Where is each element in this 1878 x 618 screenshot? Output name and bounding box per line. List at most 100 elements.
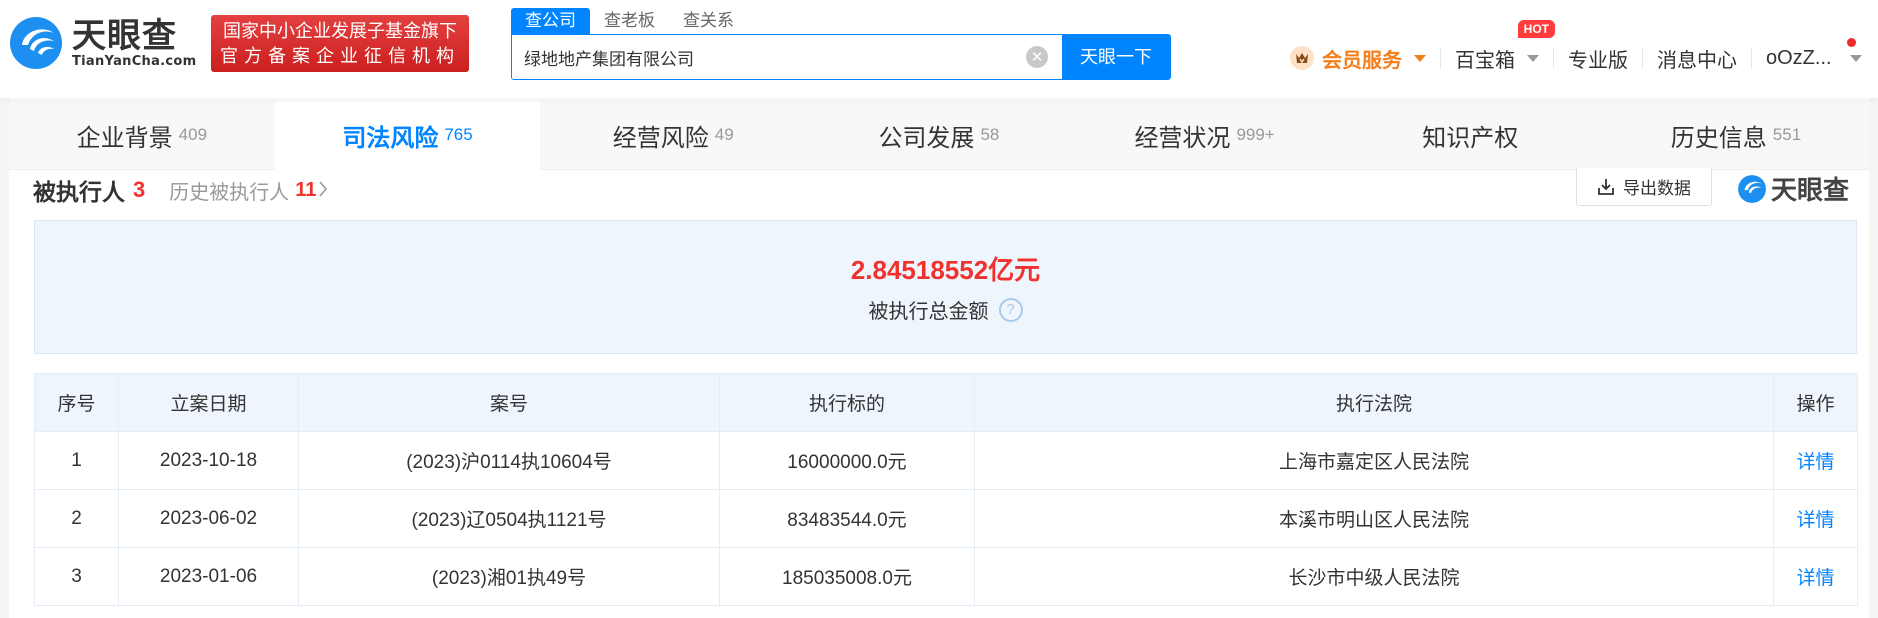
crown-icon xyxy=(1290,46,1314,70)
badge-line-1: 国家中小企业发展子基金旗下 xyxy=(223,20,457,42)
tab-history-info[interactable]: 历史信息 551 xyxy=(1603,100,1869,170)
cell-case-number: (2023)沪0114执10604号 xyxy=(298,431,720,490)
tab-company-development[interactable]: 公司发展 58 xyxy=(806,100,1072,170)
caret-down-icon xyxy=(1849,54,1862,62)
cell-index: 1 xyxy=(34,431,119,490)
export-label: 导出数据 xyxy=(1623,179,1691,199)
cell-court: 本溪市明山区人民法院 xyxy=(974,489,1774,548)
cell-amount: 185035008.0元 xyxy=(719,547,975,606)
tab-count: 551 xyxy=(1772,125,1802,144)
search-box: ✕ 天眼一下 xyxy=(511,34,1171,80)
logo-mark-icon xyxy=(1738,174,1766,203)
executed-person-table: 序号 立案日期 案号 执行标的 执行法院 操作 1 2023-10-18 (20… xyxy=(34,373,1858,606)
clear-icon[interactable]: ✕ xyxy=(1026,46,1048,68)
search-tab-relation[interactable]: 查关系 xyxy=(669,8,748,34)
messages-label: 消息中心 xyxy=(1657,47,1737,72)
tab-label: 企业背景 xyxy=(76,123,173,152)
export-data-button[interactable]: 导出数据 xyxy=(1576,168,1712,206)
cell-date: 2023-06-02 xyxy=(118,489,299,548)
tab-label: 司法风险 xyxy=(342,123,439,152)
hot-badge: HOT xyxy=(1517,20,1555,38)
search-input[interactable] xyxy=(512,35,1026,79)
tab-judicial-risk[interactable]: 司法风险 765 xyxy=(274,100,541,170)
tab-label: 经营状况 xyxy=(1134,123,1231,152)
notification-dot xyxy=(1846,38,1856,47)
cell-date: 2023-01-06 xyxy=(118,547,299,606)
total-amount-summary: 2.84518552亿元 被执行总金额 ? xyxy=(34,220,1857,354)
cell-amount: 83483544.0元 xyxy=(719,489,975,548)
detail-link[interactable]: 详情 xyxy=(1796,568,1834,589)
header-action: 操作 xyxy=(1773,373,1858,432)
pro-label: 专业版 xyxy=(1568,47,1628,72)
header-filing-date: 立案日期 xyxy=(118,373,299,432)
table-row: 3 2023-01-06 (2023)湘01执49号 185035008.0元 … xyxy=(34,547,1858,606)
caret-down-icon xyxy=(1527,54,1539,62)
tab-label: 知识产权 xyxy=(1422,123,1519,152)
top-header: 天眼查 TianYanCha.com 国家中小企业发展子基金旗下 官方备案企业征… xyxy=(0,0,1878,98)
caret-down-icon xyxy=(1414,54,1426,62)
tab-label: 公司发展 xyxy=(878,123,975,152)
main-content: 企业背景 409 司法风险 765 经营风险 49 公司发展 58 经营状况 999+ 知… xyxy=(9,98,1869,618)
history-executed-link[interactable]: 历史被执行人 11 xyxy=(169,176,328,205)
history-label: 历史被执行人 xyxy=(169,179,290,204)
total-amount-label-row: 被执行总金额 ? xyxy=(869,295,1023,324)
tab-operating-risk[interactable]: 经营风险 49 xyxy=(540,100,806,170)
header-execution-amount: 执行标的 xyxy=(719,373,975,432)
cell-index: 3 xyxy=(34,547,119,606)
tab-count: 999+ xyxy=(1236,125,1275,144)
vip-label: 会员服务 xyxy=(1322,47,1402,72)
logo-mark-icon xyxy=(8,15,64,71)
tab-label: 经营风险 xyxy=(612,123,709,152)
logo-text: 天眼查 TianYanCha.com xyxy=(72,18,197,69)
tab-label: 历史信息 xyxy=(1670,123,1767,152)
cell-action: 详情 xyxy=(1773,547,1858,606)
search-button[interactable]: 天眼一下 xyxy=(1062,35,1170,79)
cell-date: 2023-10-18 xyxy=(118,431,299,490)
cell-case-number: (2023)辽0504执1121号 xyxy=(298,489,720,548)
history-count: 11 xyxy=(295,178,317,201)
cell-action: 详情 xyxy=(1773,431,1858,490)
user-menu[interactable]: oOzZ... xyxy=(1752,38,1870,76)
section-count: 3 xyxy=(133,177,146,202)
table-header-row: 序号 立案日期 案号 执行标的 执行法院 操作 xyxy=(34,373,1858,432)
help-icon[interactable]: ? xyxy=(998,297,1023,322)
tab-count: 58 xyxy=(980,125,1000,144)
pro-version-link[interactable]: 专业版 xyxy=(1554,40,1642,76)
cell-amount: 16000000.0元 xyxy=(719,431,975,490)
cell-case-number: (2023)湘01执49号 xyxy=(298,547,720,606)
tab-business-status[interactable]: 经营状况 999+ xyxy=(1072,100,1338,170)
search-tab-boss[interactable]: 查老板 xyxy=(590,8,669,34)
total-amount-label: 被执行总金额 xyxy=(868,299,989,323)
cell-court: 长沙市中级人民法院 xyxy=(974,547,1774,606)
username: oOzZ... xyxy=(1766,46,1832,69)
search-tab-company[interactable]: 查公司 xyxy=(511,8,590,34)
table-row: 2 2023-06-02 (2023)辽0504执1121号 83483544.… xyxy=(34,489,1858,548)
search-type-tabs: 查公司 查老板 查关系 xyxy=(511,8,748,34)
section-title: 被执行人 xyxy=(33,180,125,206)
watermark-text: 天眼查 xyxy=(1771,176,1850,206)
cell-action: 详情 xyxy=(1773,489,1858,548)
download-icon xyxy=(1598,178,1614,195)
detail-link[interactable]: 详情 xyxy=(1796,452,1834,473)
toolbox-menu[interactable]: 百宝箱 HOT xyxy=(1441,20,1555,76)
top-nav: 会员服务 百宝箱 HOT 专业版 消息中心 oOzZ... xyxy=(1276,20,1870,76)
detail-link[interactable]: 详情 xyxy=(1796,510,1834,531)
cell-index: 2 xyxy=(34,489,119,548)
logo-en: TianYanCha.com xyxy=(72,53,197,69)
tab-intellectual-property[interactable]: 知识产权 xyxy=(1337,100,1603,170)
logo-cn: 天眼查 xyxy=(72,15,177,56)
header-court: 执行法院 xyxy=(974,373,1774,432)
tianyancha-logo[interactable]: 天眼查 TianYanCha.com xyxy=(8,14,198,72)
tab-count: 765 xyxy=(444,125,473,144)
certification-badge[interactable]: 国家中小企业发展子基金旗下 官方备案企业征信机构 xyxy=(211,15,469,72)
message-center-link[interactable]: 消息中心 xyxy=(1643,40,1751,76)
vip-service-menu[interactable]: 会员服务 xyxy=(1276,40,1440,76)
cell-court: 上海市嘉定区人民法院 xyxy=(974,431,1774,490)
category-tabs: 企业背景 409 司法风险 765 经营风险 49 公司发展 58 经营状况 999+ 知… xyxy=(9,100,1869,170)
watermark-logo: 天眼查 xyxy=(1737,170,1849,207)
tab-company-background[interactable]: 企业背景 409 xyxy=(9,100,275,170)
table-row: 1 2023-10-18 (2023)沪0114执10604号 16000000… xyxy=(34,431,1858,490)
badge-line-2: 官方备案企业征信机构 xyxy=(220,45,460,67)
header-case-number: 案号 xyxy=(298,373,720,432)
chevron-right-icon xyxy=(319,178,328,202)
